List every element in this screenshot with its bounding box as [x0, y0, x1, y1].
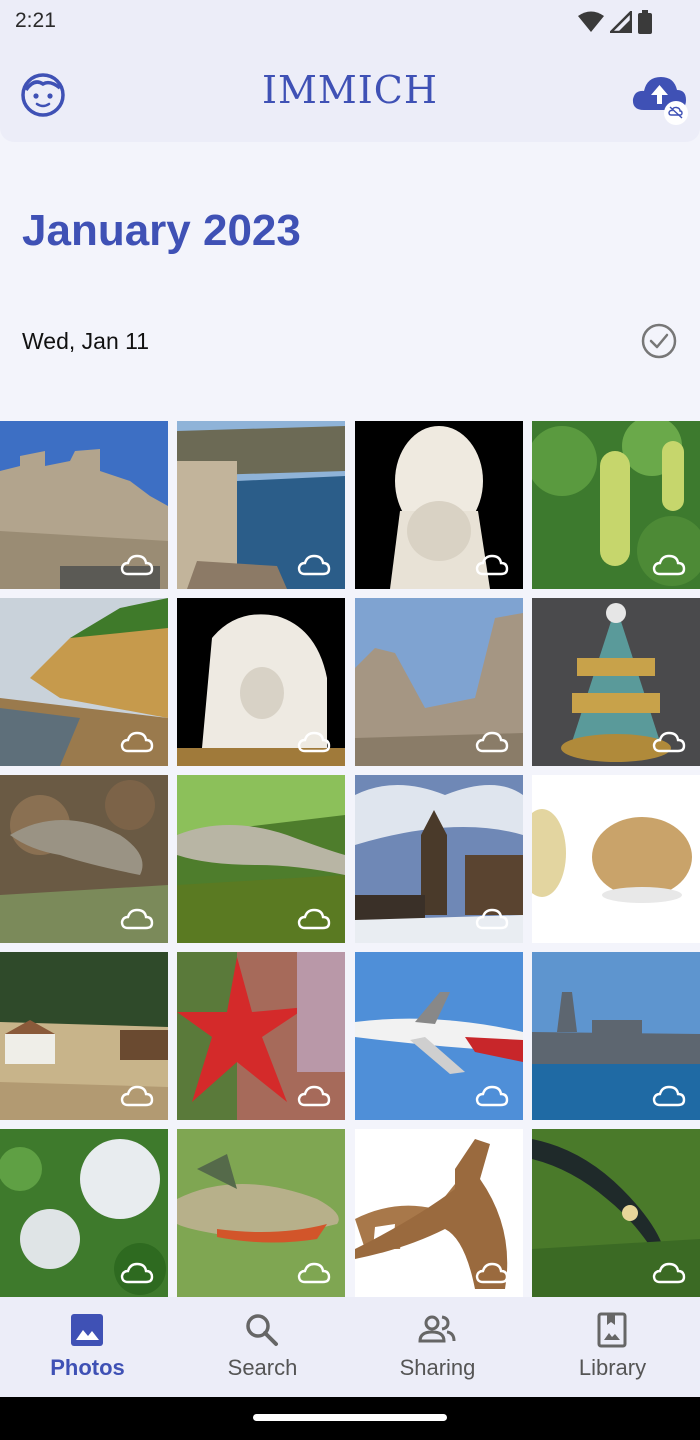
cloud-backup-icon [120, 1085, 154, 1107]
day-group-header: Wed, Jan 11 [22, 322, 678, 362]
asset-thumbnail[interactable] [532, 1129, 700, 1297]
asset-thumbnail[interactable] [355, 1129, 523, 1297]
asset-thumbnail[interactable] [532, 775, 700, 943]
cloud-backup-icon [652, 908, 686, 930]
asset-thumbnail[interactable] [177, 1129, 345, 1297]
asset-thumbnail[interactable] [355, 952, 523, 1120]
asset-thumbnail[interactable] [0, 952, 168, 1120]
day-label: Wed, Jan 11 [22, 328, 150, 354]
month-header: January 2023 [22, 206, 301, 255]
cloud-backup-icon [120, 1262, 154, 1284]
asset-thumbnail[interactable] [0, 421, 168, 589]
library-icon [597, 1312, 627, 1348]
cloud-backup-icon [475, 731, 509, 753]
asset-thumbnail[interactable] [0, 775, 168, 943]
home-gesture-handle[interactable] [253, 1414, 447, 1421]
photo-grid [0, 421, 700, 1297]
nav-search[interactable]: Search [175, 1297, 350, 1397]
cloud-backup-icon [297, 554, 331, 576]
app-title: IMMICH [261, 68, 439, 112]
asset-thumbnail[interactable] [532, 952, 700, 1120]
cloud-backup-icon [475, 1085, 509, 1107]
cloud-backup-icon [297, 731, 331, 753]
asset-thumbnail[interactable] [177, 775, 345, 943]
cloud-backup-icon [297, 1262, 331, 1284]
select-day-check-icon[interactable] [640, 322, 678, 360]
status-icons [578, 10, 652, 34]
asset-thumbnail[interactable] [532, 421, 700, 589]
app-bar: IMMICH [0, 46, 700, 142]
cloud-backup-icon [652, 1262, 686, 1284]
nav-photos[interactable]: Photos [0, 1297, 175, 1397]
asset-thumbnail[interactable] [355, 598, 523, 766]
cloud-backup-icon [652, 731, 686, 753]
cell-signal-icon [610, 11, 632, 33]
asset-thumbnail[interactable] [355, 421, 523, 589]
asset-thumbnail[interactable] [177, 421, 345, 589]
asset-thumbnail[interactable] [532, 598, 700, 766]
nav-sharing[interactable]: Sharing [350, 1297, 525, 1397]
asset-thumbnail[interactable] [0, 598, 168, 766]
cloud-backup-icon [297, 908, 331, 930]
nav-label: Sharing [399, 1355, 476, 1380]
system-gesture-bar [0, 1397, 700, 1440]
status-time: 2:21 [15, 9, 56, 32]
cloud-upload-icon [632, 77, 688, 125]
asset-thumbnail[interactable] [177, 598, 345, 766]
nav-label: Library [578, 1355, 647, 1380]
people-icon [418, 1315, 456, 1343]
backup-upload-button[interactable] [630, 70, 692, 126]
status-bar: 2:21 [0, 0, 700, 46]
cloud-backup-icon [652, 1085, 686, 1107]
search-icon [246, 1314, 278, 1346]
cloud-backup-icon [475, 554, 509, 576]
cloud-backup-icon [297, 1085, 331, 1107]
asset-thumbnail[interactable] [0, 1129, 168, 1297]
asset-thumbnail[interactable] [177, 952, 345, 1120]
cloud-backup-icon [120, 908, 154, 930]
nav-label: Photos [50, 1355, 125, 1380]
cloud-backup-icon [475, 908, 509, 930]
cloud-backup-icon [120, 731, 154, 753]
asset-thumbnail[interactable] [355, 775, 523, 943]
battery-icon [638, 10, 652, 34]
wifi-icon [578, 11, 604, 32]
photo-icon [71, 1314, 103, 1346]
cloud-backup-icon [475, 1262, 509, 1284]
bottom-navigation: Photos Search Sharing Library [0, 1297, 700, 1397]
nav-label: Search [227, 1355, 298, 1380]
nav-library[interactable]: Library [525, 1297, 700, 1397]
cloud-backup-icon [120, 554, 154, 576]
cloud-backup-icon [652, 554, 686, 576]
